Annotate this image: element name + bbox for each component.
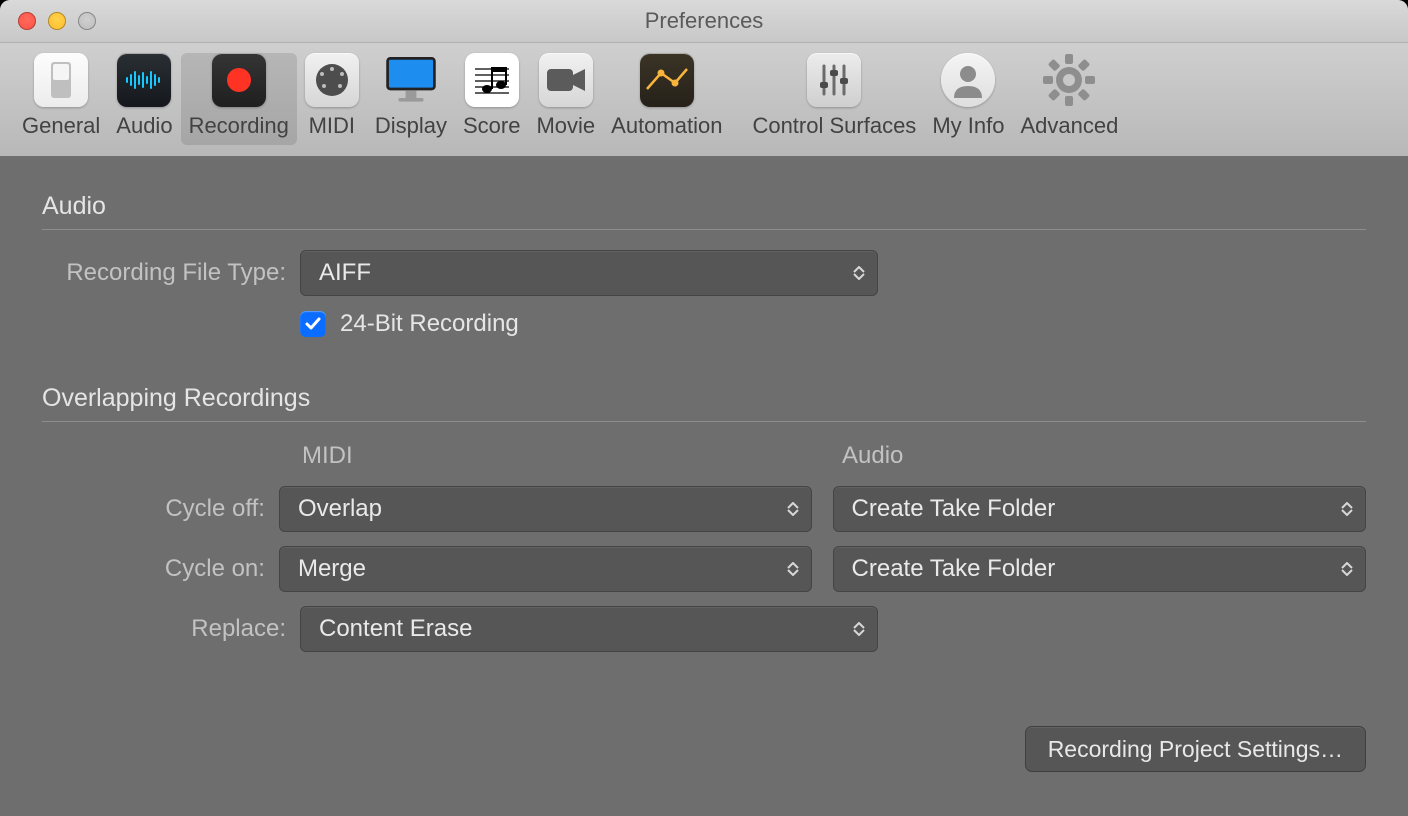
select-audio-cycle-off[interactable]: Create Take Folder xyxy=(833,486,1366,532)
tab-label: Recording xyxy=(189,113,289,139)
tab-label: MIDI xyxy=(309,113,355,139)
preferences-window: Preferences General Audio Recor xyxy=(0,0,1408,816)
select-value: Create Take Folder xyxy=(852,495,1056,523)
footer: Recording Project Settings… xyxy=(1025,726,1366,772)
select-audio-cycle-on[interactable]: Create Take Folder xyxy=(833,546,1366,592)
tab-label: General xyxy=(22,113,100,139)
section-title-audio: Audio xyxy=(42,192,1366,230)
zoom-window-button[interactable] xyxy=(78,12,96,30)
chevron-up-down-icon xyxy=(1341,502,1353,516)
row-24bit: 24-Bit Recording xyxy=(42,310,1366,338)
select-midi-cycle-off[interactable]: Overlap xyxy=(279,486,812,532)
tab-label: Advanced xyxy=(1020,113,1118,139)
tab-my-info[interactable]: My Info xyxy=(924,53,1012,145)
tab-control-surfaces[interactable]: Control Surfaces xyxy=(744,53,924,145)
tab-advanced[interactable]: Advanced xyxy=(1012,53,1126,145)
midi-port-icon xyxy=(305,53,359,107)
preferences-body: Audio Recording File Type: AIFF 24-Bit R… xyxy=(0,156,1408,816)
select-value: AIFF xyxy=(319,259,371,287)
monitor-icon xyxy=(384,53,438,107)
tab-label: Audio xyxy=(116,113,172,139)
waveform-icon xyxy=(117,53,171,107)
select-value: Merge xyxy=(298,555,366,583)
gear-icon xyxy=(1042,53,1096,107)
tab-display[interactable]: Display xyxy=(367,53,455,145)
chevron-up-down-icon xyxy=(853,622,865,636)
section-title-overlapping: Overlapping Recordings xyxy=(42,384,1366,422)
titlebar: Preferences xyxy=(0,0,1408,43)
faders-icon xyxy=(807,53,861,107)
label-replace: Replace: xyxy=(42,615,300,643)
button-label: Recording Project Settings… xyxy=(1048,736,1343,763)
row-cycle-on: Cycle on: Merge Create Take Folder xyxy=(42,546,1366,592)
row-replace: Replace: Content Erase xyxy=(42,606,1366,652)
minimize-window-button[interactable] xyxy=(48,12,66,30)
tab-label: Movie xyxy=(536,113,595,139)
select-recording-file-type[interactable]: AIFF xyxy=(300,250,878,296)
close-window-button[interactable] xyxy=(18,12,36,30)
person-icon xyxy=(941,53,995,107)
switch-icon xyxy=(34,53,88,107)
chevron-up-down-icon xyxy=(787,502,799,516)
label-cycle-on: Cycle on: xyxy=(42,555,279,583)
chevron-up-down-icon xyxy=(853,266,865,280)
tab-score[interactable]: Score xyxy=(455,53,528,145)
select-value: Overlap xyxy=(298,495,382,523)
automation-icon xyxy=(640,53,694,107)
select-value: Content Erase xyxy=(319,615,472,643)
row-column-headers: MIDI Audio xyxy=(42,442,1366,480)
record-icon xyxy=(212,53,266,107)
tab-automation[interactable]: Automation xyxy=(603,53,730,145)
tab-midi[interactable]: MIDI xyxy=(297,53,367,145)
select-midi-replace[interactable]: Content Erase xyxy=(300,606,878,652)
tab-label: Score xyxy=(463,113,520,139)
label-recording-file-type: Recording File Type: xyxy=(42,259,300,287)
window-title: Preferences xyxy=(0,0,1408,42)
chevron-up-down-icon xyxy=(1341,562,1353,576)
score-icon xyxy=(465,53,519,107)
tab-label: Automation xyxy=(611,113,722,139)
tab-recording[interactable]: Recording xyxy=(181,53,297,145)
column-header-audio: Audio xyxy=(840,442,1358,470)
label-24bit-recording: 24-Bit Recording xyxy=(340,310,519,338)
checkbox-24bit-recording[interactable] xyxy=(300,311,326,337)
recording-project-settings-button[interactable]: Recording Project Settings… xyxy=(1025,726,1366,772)
window-controls xyxy=(18,12,96,30)
chevron-up-down-icon xyxy=(787,562,799,576)
tab-audio[interactable]: Audio xyxy=(108,53,180,145)
column-header-midi: MIDI xyxy=(300,442,818,470)
camera-icon xyxy=(539,53,593,107)
select-midi-cycle-on[interactable]: Merge xyxy=(279,546,812,592)
select-value: Create Take Folder xyxy=(852,555,1056,583)
tab-general[interactable]: General xyxy=(14,53,108,145)
tab-label: My Info xyxy=(932,113,1004,139)
tab-label: Control Surfaces xyxy=(752,113,916,139)
label-cycle-off: Cycle off: xyxy=(42,495,279,523)
row-cycle-off: Cycle off: Overlap Create Take Folder xyxy=(42,486,1366,532)
row-recording-file-type: Recording File Type: AIFF xyxy=(42,250,1366,296)
tab-movie[interactable]: Movie xyxy=(528,53,603,145)
preferences-toolbar: General Audio Recording MIDI xyxy=(0,43,1408,157)
tab-label: Display xyxy=(375,113,447,139)
